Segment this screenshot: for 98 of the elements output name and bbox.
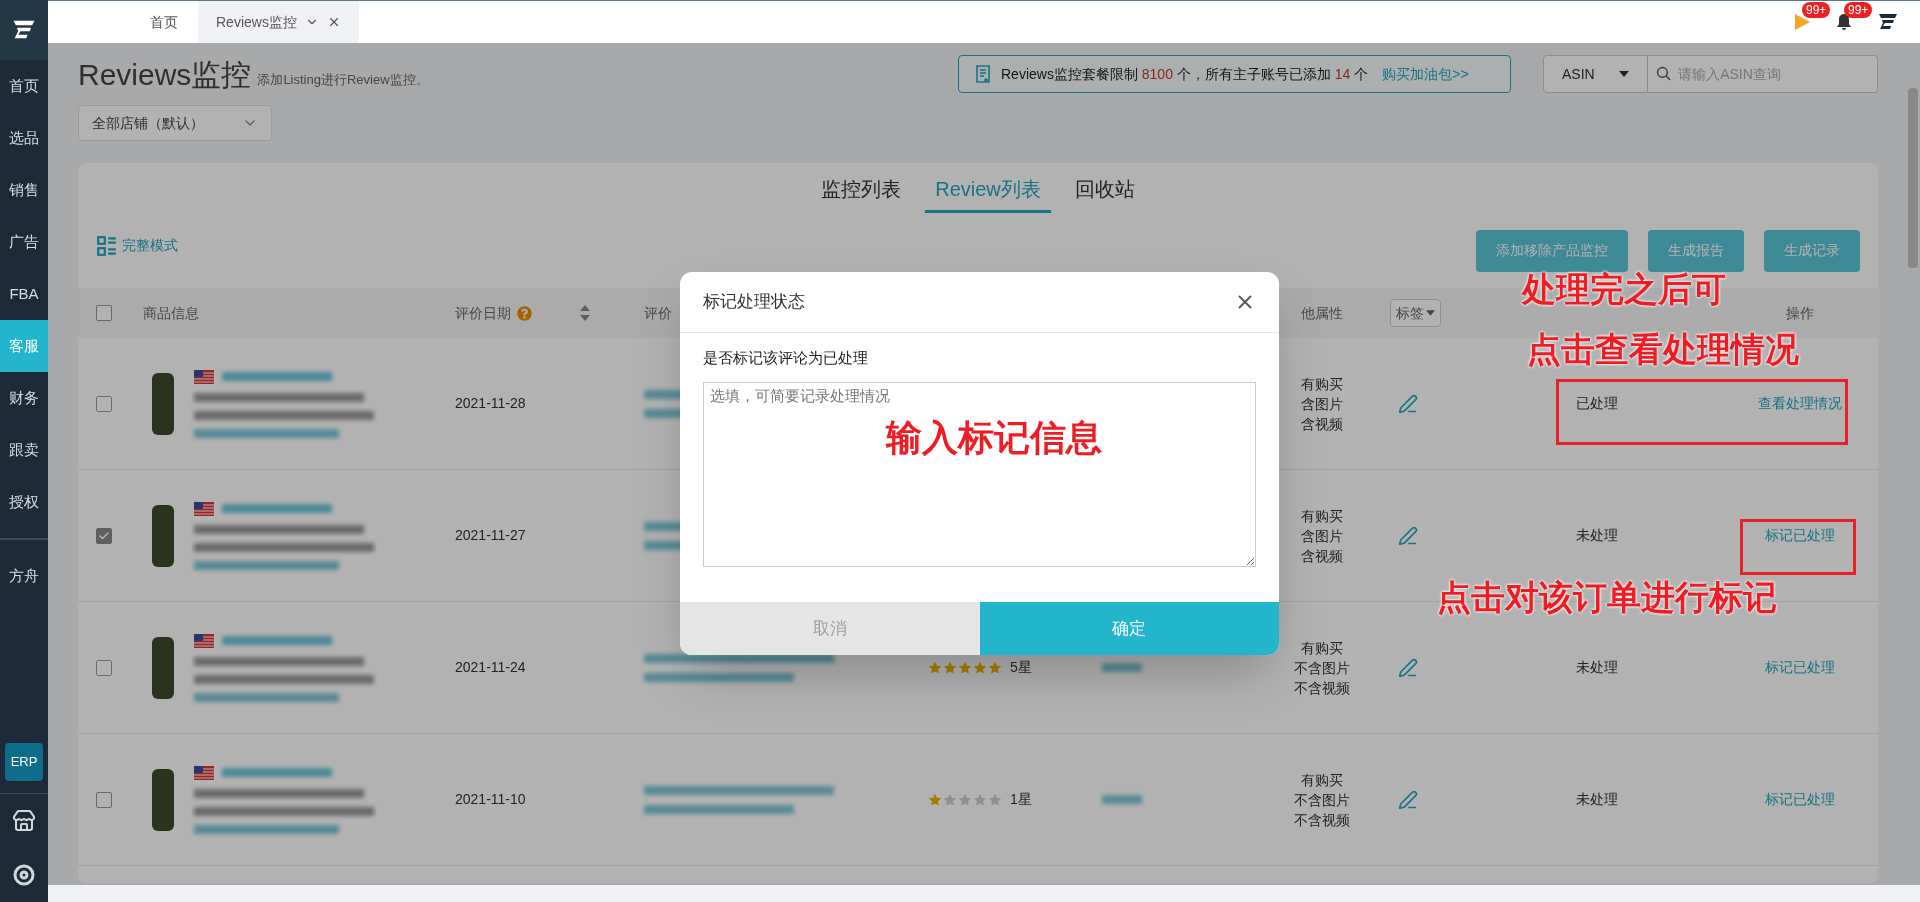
dialog-title: 标记处理状态 <box>703 291 805 314</box>
star-icon <box>943 660 957 675</box>
annotation-text: 点击查看处理情况 <box>1527 332 1799 366</box>
type-select[interactable]: ASIN <box>1543 55 1648 93</box>
erp-button[interactable]: ERP <box>5 743 43 781</box>
check-icon <box>98 529 110 542</box>
rating-label: 5星 <box>1010 658 1032 677</box>
star-icon <box>928 792 942 807</box>
star-icon <box>973 792 987 807</box>
help-icon[interactable] <box>517 305 532 321</box>
star-icon <box>973 660 987 675</box>
ring-icon[interactable] <box>12 863 36 887</box>
annotation-text: 输入标记信息 <box>886 420 1102 456</box>
page-title: Reviews监控 <box>78 57 252 93</box>
column-header: 评价 <box>644 304 672 321</box>
page-tab[interactable]: Reviews监控 <box>198 1 359 43</box>
us-flag-icon <box>194 501 214 516</box>
caret-icon <box>1619 71 1629 77</box>
sidebar-item[interactable]: 方舟 <box>0 550 48 602</box>
store-select[interactable]: 全部店铺（默认） <box>78 105 272 141</box>
search-field[interactable]: 请输入ASIN查询 <box>1648 55 1878 93</box>
us-flag-icon <box>194 765 214 780</box>
sidebar-item[interactable]: FBA <box>0 268 48 320</box>
attribute-text: 含图片 <box>1301 394 1343 414</box>
review-date: 2021-11-27 <box>455 527 526 543</box>
edit-icon[interactable] <box>1398 393 1418 414</box>
edit-icon[interactable] <box>1398 657 1418 678</box>
page-tab[interactable]: 首页 <box>130 1 198 43</box>
status-text: 未处理 <box>1576 659 1618 675</box>
search-input[interactable]: 请输入ASIN查询 <box>1678 63 1869 85</box>
status-text: 未处理 <box>1576 791 1618 807</box>
document-icon <box>973 63 993 85</box>
view-tab[interactable]: 回收站 <box>1064 174 1145 213</box>
blurred-text <box>1102 795 1142 804</box>
sidebar-item[interactable]: 选品 <box>0 112 48 164</box>
edit-icon[interactable] <box>1398 525 1418 546</box>
checkbox[interactable] <box>96 305 112 321</box>
search-icon <box>1656 65 1673 83</box>
list-view-icon <box>96 234 118 257</box>
star-icon <box>958 660 972 675</box>
column-header: 操作 <box>1786 304 1814 321</box>
dialog-question: 是否标记该评论为已处理 <box>703 348 869 368</box>
column-header: 评价日期 <box>455 303 511 323</box>
photo-placeholder <box>152 504 174 567</box>
annotation-text: 点击对该订单进行标记 <box>1437 580 1777 614</box>
attribute-text: 含图片 <box>1301 526 1343 546</box>
checkbox[interactable] <box>96 659 112 676</box>
star-icon <box>988 660 1002 675</box>
star-icon <box>988 792 1002 807</box>
sidebar-item[interactable]: 销售 <box>0 164 48 216</box>
photo-placeholder <box>152 768 174 831</box>
caret-icon <box>1426 310 1435 316</box>
checkbox[interactable] <box>96 395 112 412</box>
sort-icon[interactable] <box>580 305 590 321</box>
attribute-text: 不含图片 <box>1294 658 1350 678</box>
bell-icon[interactable] <box>1834 12 1854 32</box>
sidebar-item[interactable]: 财务 <box>0 372 48 424</box>
flag-icon[interactable] <box>1792 12 1812 32</box>
attribute-text: 不含图片 <box>1294 790 1350 810</box>
review-date: 2021-11-28 <box>455 395 526 411</box>
attribute-text: 有购买 <box>1301 770 1343 790</box>
review-date: 2021-11-10 <box>455 791 526 807</box>
star-icon <box>958 792 972 807</box>
column-header: 商品信息 <box>143 304 199 321</box>
edit-icon[interactable] <box>1398 789 1418 810</box>
attribute-text: 不含视频 <box>1294 678 1350 698</box>
sidebar-item[interactable]: 跟卖 <box>0 424 48 476</box>
photo-placeholder <box>152 372 174 435</box>
column-header: 他属性 <box>1301 304 1343 321</box>
attribute-text: 含视频 <box>1301 546 1343 566</box>
status-text: 已处理 <box>1576 395 1618 411</box>
quota-text: Reviews监控套餐限制 8100 个，所有主子账号已添加 14 个 <box>1001 64 1369 84</box>
annotation-text: 处理完之后可 <box>1522 272 1726 306</box>
us-flag-icon <box>194 633 214 648</box>
us-flag-icon <box>194 369 214 384</box>
star-icon <box>943 792 957 807</box>
attribute-text: 含视频 <box>1301 414 1343 434</box>
rating-label: 1星 <box>1010 790 1032 809</box>
photo-placeholder <box>152 636 174 699</box>
notification-badge: 99+ <box>1844 2 1873 18</box>
blurred-text <box>1102 663 1142 672</box>
attribute-text: 有购买 <box>1301 506 1343 526</box>
page-subtitle: 添加Listing进行Review监控。 <box>257 70 429 89</box>
sidebar-item[interactable]: 广告 <box>0 216 48 268</box>
checkbox[interactable] <box>96 527 112 544</box>
notification-badge: 99+ <box>1802 2 1831 18</box>
sidebar-item[interactable]: 首页 <box>0 60 48 112</box>
star-icon <box>928 660 942 675</box>
store-icon[interactable] <box>12 809 36 833</box>
attribute-text: 有购买 <box>1301 638 1343 658</box>
view-tab[interactable]: 监控列表 <box>811 174 912 213</box>
checkbox[interactable] <box>96 791 112 808</box>
sidebar-item[interactable]: 授权 <box>0 476 48 528</box>
tag-filter[interactable]: 标签 <box>1390 299 1441 327</box>
attribute-text: 有购买 <box>1301 374 1343 394</box>
status-text: 未处理 <box>1576 527 1618 543</box>
review-date: 2021-11-24 <box>455 659 526 675</box>
attribute-text: 不含视频 <box>1294 810 1350 830</box>
